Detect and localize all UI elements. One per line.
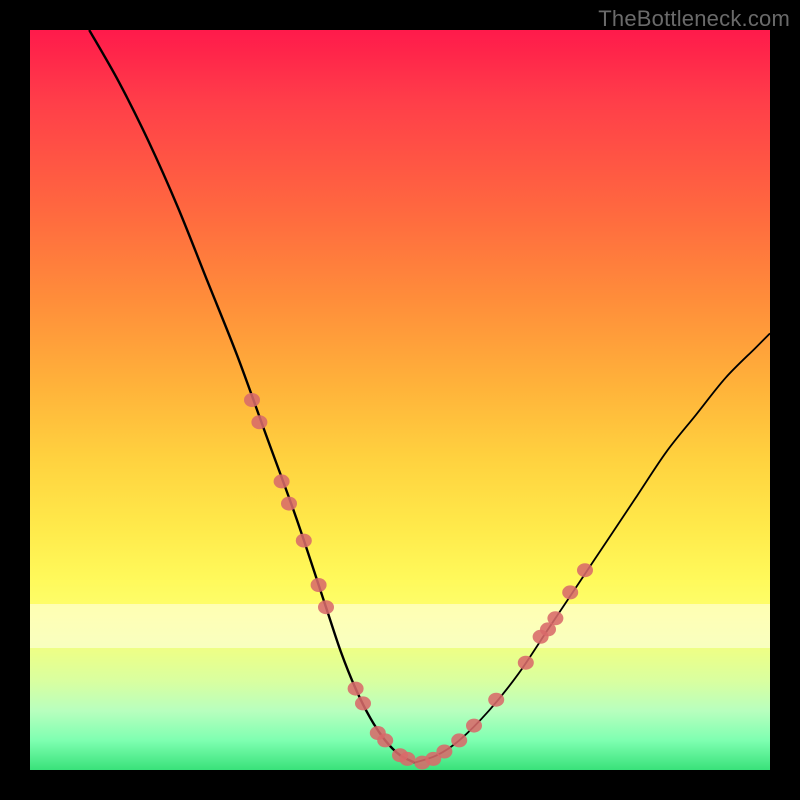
watermark-text: TheBottleneck.com bbox=[598, 6, 790, 32]
chart-frame: TheBottleneck.com bbox=[0, 0, 800, 800]
gradient-plot-area bbox=[30, 30, 770, 770]
